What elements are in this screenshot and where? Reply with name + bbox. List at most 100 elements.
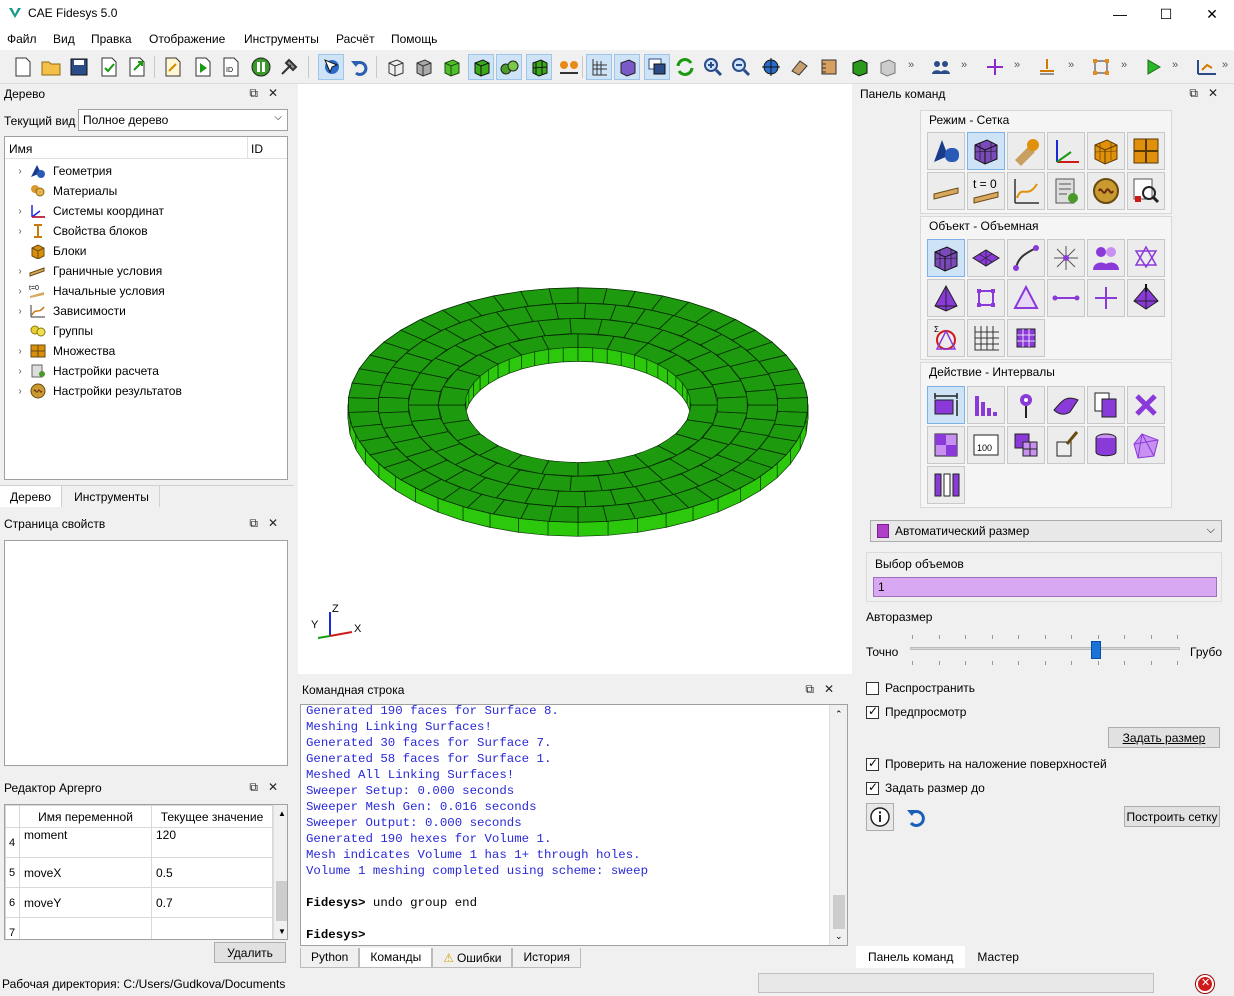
action-type-select[interactable]: Автоматический размер ⌵ xyxy=(870,520,1222,542)
results-mode-icon[interactable] xyxy=(1087,172,1125,210)
variable-value[interactable]: 0.5 xyxy=(151,857,273,888)
float-icon[interactable]: ⧉ xyxy=(805,682,824,696)
quad-object-icon[interactable] xyxy=(967,279,1005,317)
axes-grid-icon[interactable] xyxy=(586,54,612,80)
minimize-button[interactable]: — xyxy=(1097,0,1143,28)
chevron-right-icon[interactable]: › xyxy=(13,166,27,177)
slider-thumb[interactable] xyxy=(1090,641,1101,659)
transparent-cube-icon[interactable] xyxy=(874,54,900,80)
sweep-action-icon[interactable] xyxy=(1087,426,1125,464)
mesh-view-icon[interactable] xyxy=(526,54,552,80)
console-output[interactable]: Generated 190 faces for Surface 8. Meshin… xyxy=(300,704,848,946)
export-icon[interactable] xyxy=(124,54,150,80)
node-set-icon[interactable] xyxy=(1088,54,1114,80)
menu-tools[interactable]: Инструменты xyxy=(244,32,319,46)
close-panel-icon[interactable]: ✕ xyxy=(268,516,288,530)
node-pin-action-icon[interactable] xyxy=(1007,386,1045,424)
variable-value[interactable]: 0.7 xyxy=(151,887,273,918)
reset-icon[interactable] xyxy=(904,806,928,830)
calc-mode-icon[interactable] xyxy=(1047,172,1085,210)
eraser-icon[interactable] xyxy=(786,54,812,80)
columns-action-icon[interactable] xyxy=(927,466,965,504)
menu-edit[interactable]: Правка xyxy=(91,32,132,46)
ruler-icon[interactable] xyxy=(816,54,842,80)
hidden-view-icon[interactable] xyxy=(410,54,436,80)
tree-item[interactable]: Блоки xyxy=(13,241,87,261)
tree-item[interactable]: › Граничные условия xyxy=(13,261,162,281)
pyramid-object-icon[interactable] xyxy=(1127,279,1165,317)
sets-mode-icon[interactable] xyxy=(1127,132,1165,170)
menu-display[interactable]: Отображение xyxy=(149,32,225,46)
tree-item[interactable]: › Системы координат xyxy=(13,201,164,221)
close-panel-icon[interactable]: ✕ xyxy=(1208,86,1228,100)
tree-col-id[interactable]: ID xyxy=(251,142,263,156)
script-icon[interactable] xyxy=(160,54,186,80)
copy-mesh-action-icon[interactable] xyxy=(1087,386,1125,424)
table-row[interactable]: 5 moveX 0.5 xyxy=(5,857,273,888)
pause-icon[interactable] xyxy=(248,54,274,80)
group-object-icon[interactable] xyxy=(1087,239,1125,277)
menu-view[interactable]: Вид xyxy=(53,32,75,46)
surface-object-icon[interactable] xyxy=(967,239,1005,277)
chevron-right-icon[interactable]: › xyxy=(13,306,27,317)
console-scrollbar[interactable]: ⌃ ⌄ xyxy=(829,705,847,945)
smooth-action-icon[interactable] xyxy=(1047,386,1085,424)
table-row[interactable]: 4 moment 120 xyxy=(5,827,273,858)
results-axes-icon[interactable] xyxy=(1194,54,1220,80)
tree-item[interactable]: Группы xyxy=(13,321,93,341)
chevron-right-icon[interactable]: › xyxy=(13,206,27,217)
menu-help[interactable]: Помощь xyxy=(391,32,437,46)
ground-support-icon[interactable] xyxy=(1034,54,1060,80)
aprepro-scrollbar[interactable]: ▲ ▼ xyxy=(273,805,287,939)
undo-icon[interactable] xyxy=(346,54,372,80)
triangle-object-icon[interactable] xyxy=(1007,279,1045,317)
float-icon[interactable]: ⧉ xyxy=(1189,86,1208,100)
chevron-right-icon[interactable]: › xyxy=(13,266,27,277)
mesh-model[interactable] xyxy=(298,84,852,674)
variable-name[interactable] xyxy=(19,917,152,939)
float-icon[interactable]: ⧉ xyxy=(249,86,268,100)
curve-object-icon[interactable] xyxy=(1007,239,1045,277)
set-size-to-checkbox[interactable]: Задать размер до xyxy=(866,780,985,795)
matrix-object-icon[interactable] xyxy=(1007,319,1045,357)
new-file-icon[interactable] xyxy=(10,54,36,80)
tree-item[interactable]: › t=0 Начальные условия xyxy=(13,281,165,301)
refine-action-icon[interactable] xyxy=(1007,426,1045,464)
inspect-mode-icon[interactable] xyxy=(1127,172,1165,210)
tab-errors[interactable]: ⚠ Ошибки xyxy=(432,948,513,968)
solid-view-icon[interactable] xyxy=(468,54,494,80)
menu-calc[interactable]: Расчёт xyxy=(336,32,375,46)
fit-view-icon[interactable] xyxy=(758,54,784,80)
volume-select-input[interactable]: 1 xyxy=(873,577,1217,597)
tree-item[interactable]: › Свойства блоков xyxy=(13,221,148,241)
float-icon[interactable]: ⧉ xyxy=(249,516,268,530)
coordinates-mode-icon[interactable] xyxy=(1047,132,1085,170)
blocks-mode-icon[interactable] xyxy=(1087,132,1125,170)
multi-body-icon[interactable] xyxy=(496,54,522,80)
float-icon[interactable]: ⧉ xyxy=(249,780,268,794)
close-panel-icon[interactable]: ✕ xyxy=(824,682,844,696)
count-action-icon[interactable]: 100 xyxy=(967,426,1005,464)
mesh-mode-icon[interactable] xyxy=(967,132,1005,170)
select-mode-icon[interactable] xyxy=(318,54,344,80)
scroll-up-icon[interactable]: ⌃ xyxy=(835,709,843,720)
surface-mesh-action-icon[interactable] xyxy=(1127,426,1165,464)
scheme-action-icon[interactable] xyxy=(927,426,965,464)
chevron-right-icon[interactable]: › xyxy=(13,226,27,237)
run-script-icon[interactable] xyxy=(190,54,216,80)
window-overlay-icon[interactable] xyxy=(644,54,670,80)
aprepro-col-value[interactable]: Текущее значение xyxy=(151,805,273,828)
close-panel-icon[interactable]: ✕ xyxy=(268,780,288,794)
variable-name[interactable]: moveX xyxy=(19,857,152,888)
element-connect-icon[interactable]: Σ xyxy=(927,319,965,357)
close-button[interactable]: ✕ xyxy=(1189,0,1234,28)
wireframe-view-icon[interactable] xyxy=(382,54,408,80)
edge-object-icon[interactable] xyxy=(1047,279,1085,317)
refresh-icon[interactable] xyxy=(672,54,698,80)
3d-viewport[interactable]: Z X Y xyxy=(298,84,852,674)
scroll-up-icon[interactable]: ▲ xyxy=(278,809,286,818)
vertex-object-icon[interactable] xyxy=(1047,239,1085,277)
build-mesh-button[interactable]: Построить сетку xyxy=(1124,806,1220,827)
variable-value[interactable] xyxy=(151,917,273,939)
maximize-button[interactable]: ☐ xyxy=(1143,0,1189,28)
